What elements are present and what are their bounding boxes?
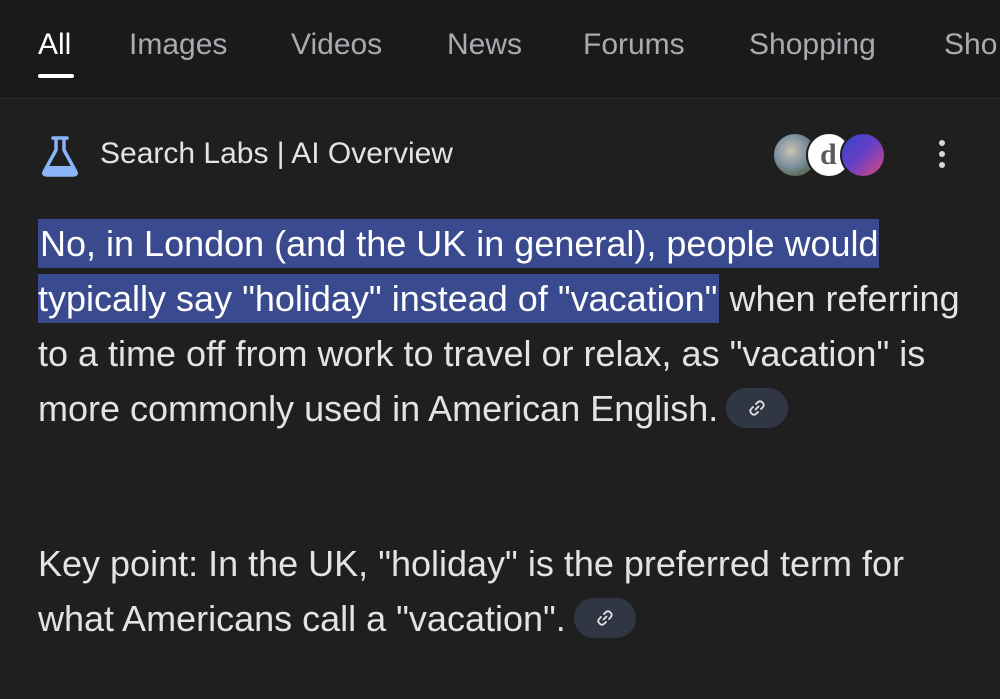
tab-images[interactable]: Images [129,28,227,62]
tab-short-videos[interactable]: Sho [944,28,997,62]
citation-link-button[interactable] [726,388,789,429]
source-avatar-gradient[interactable] [840,132,886,178]
tab-videos[interactable]: Videos [291,28,382,62]
source-avatars[interactable]: d [772,132,886,180]
search-tabs-bar: All Images Videos News Forums Shopping S… [0,0,1000,99]
flask-icon [42,136,78,177]
tab-all[interactable]: All [38,28,71,62]
more-options-icon[interactable] [926,140,958,176]
source-avatar-glyph: d [820,138,837,171]
tab-news[interactable]: News [447,28,522,62]
active-tab-indicator [38,74,74,78]
ai-overview-header: Search Labs | AI Overview d [0,98,1000,208]
citation-link-button-2[interactable] [573,598,636,639]
link-icon [597,610,613,627]
ai-overview-title: Search Labs | AI Overview [100,137,453,170]
tab-shopping[interactable]: Shopping [749,28,876,62]
key-point-text: Key point: In the UK, "holiday" is the p… [38,543,904,639]
tab-forums[interactable]: Forums [583,28,685,62]
ai-overview-answer: No, in London (and the UK in general), p… [38,216,973,436]
key-point-paragraph: Key point: In the UK, "holiday" is the p… [38,536,978,646]
link-icon [749,400,765,417]
